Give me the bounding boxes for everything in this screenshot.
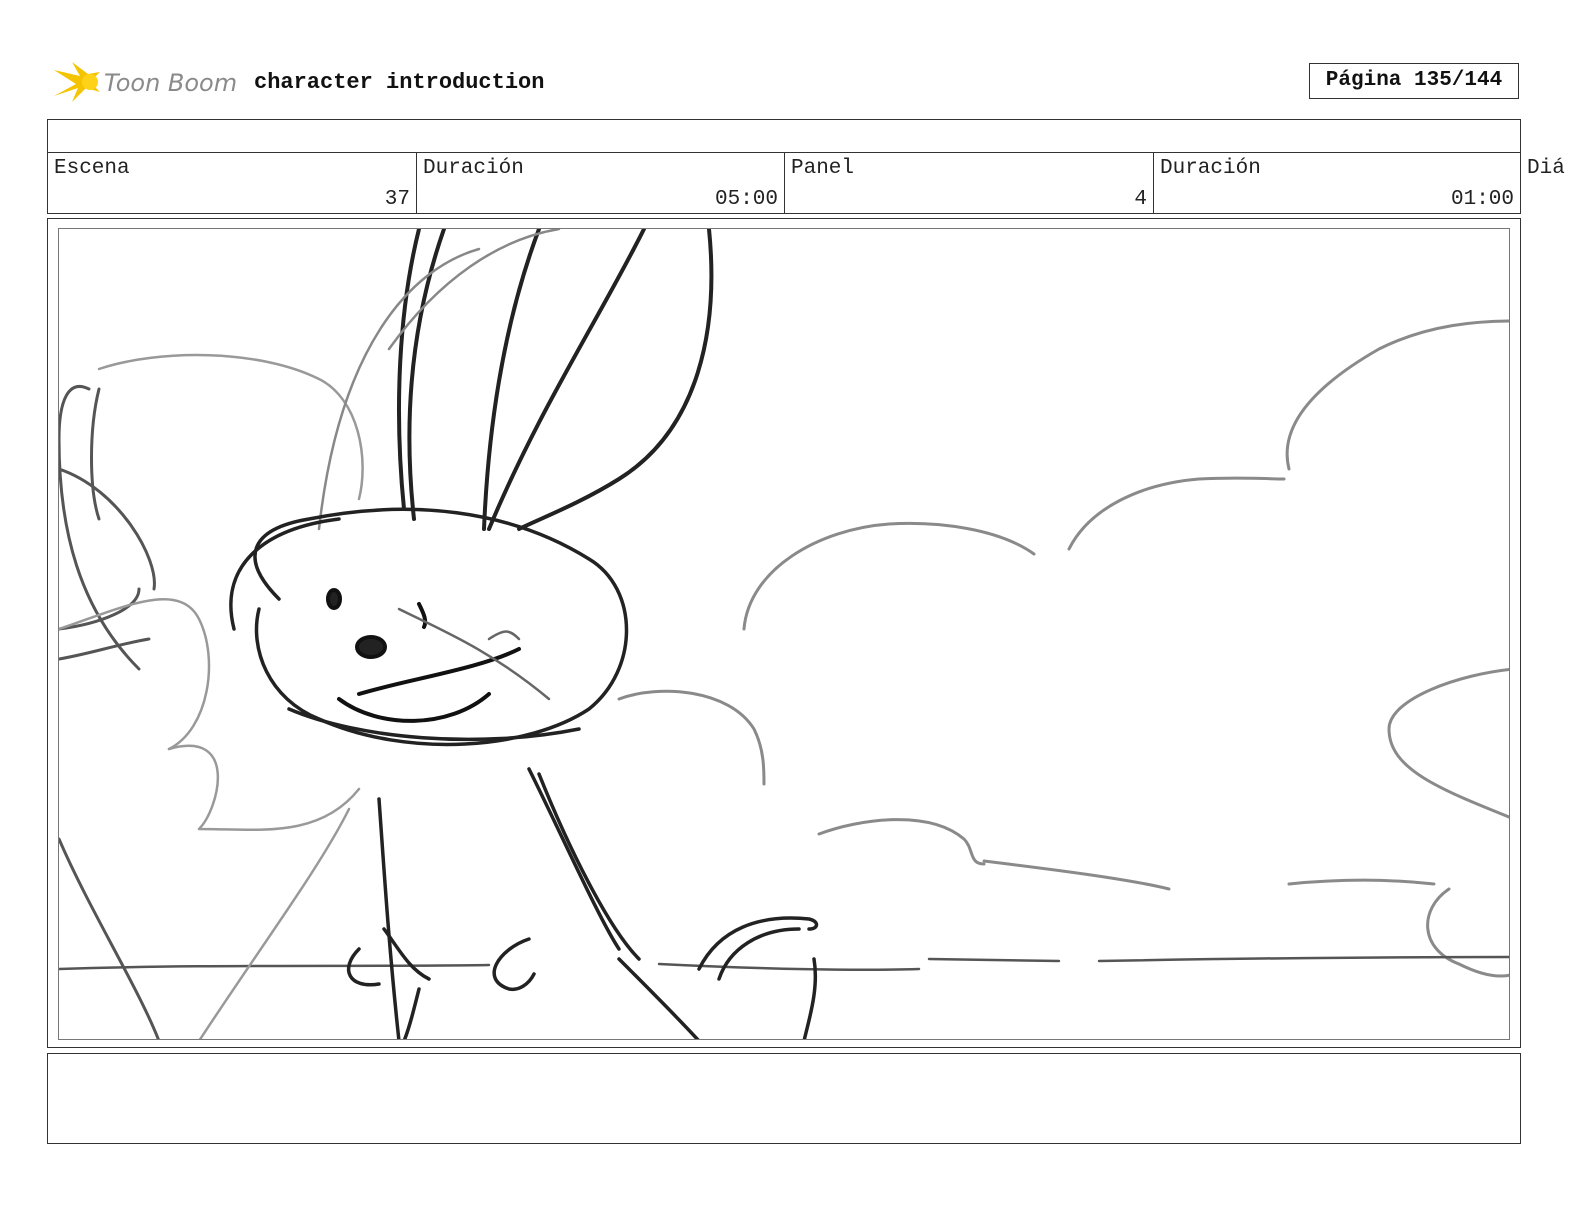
dialogue-label: Diá: [1527, 157, 1565, 180]
left-figure-sketch: [59, 385, 160, 1039]
scene-duration-value: 05:00: [714, 188, 778, 211]
rabbit-ears-sketch: [397, 229, 714, 531]
ground-line: [59, 955, 1509, 972]
scene-value: 37: [384, 188, 410, 211]
panel-cell: Panel 4: [784, 152, 1153, 213]
page-number: Página 135/144: [1309, 63, 1519, 99]
cloud-sketch: [617, 319, 1509, 978]
panel-value: 4: [1134, 188, 1147, 211]
header-bar: [47, 119, 1521, 153]
storyboard-panel-image: [58, 228, 1510, 1040]
panel-label: Panel: [791, 157, 855, 180]
panel-duration-value: 01:00: [1450, 188, 1514, 211]
scene-label: Escena: [54, 157, 130, 180]
scene-cell: Escena 37: [48, 152, 416, 213]
logo-star-icon: [54, 62, 100, 102]
panel-duration-cell: Duración 01:00: [1153, 152, 1520, 213]
scene-duration-label: Duración: [423, 157, 524, 180]
rabbit-body-sketch: [347, 767, 819, 1039]
toon-boom-logo: Toon Boom: [50, 56, 240, 108]
rabbit-head-sketch: [229, 507, 629, 747]
logo-text: Toon Boom: [104, 69, 237, 97]
notes-box: [47, 1053, 1521, 1144]
scene-duration-cell: Duración 05:00: [416, 152, 784, 213]
info-row: Escena 37 Duración 05:00 Panel 4 Duració…: [47, 152, 1521, 214]
document-title: character introduction: [254, 70, 545, 95]
panel-duration-label: Duración: [1160, 157, 1261, 180]
